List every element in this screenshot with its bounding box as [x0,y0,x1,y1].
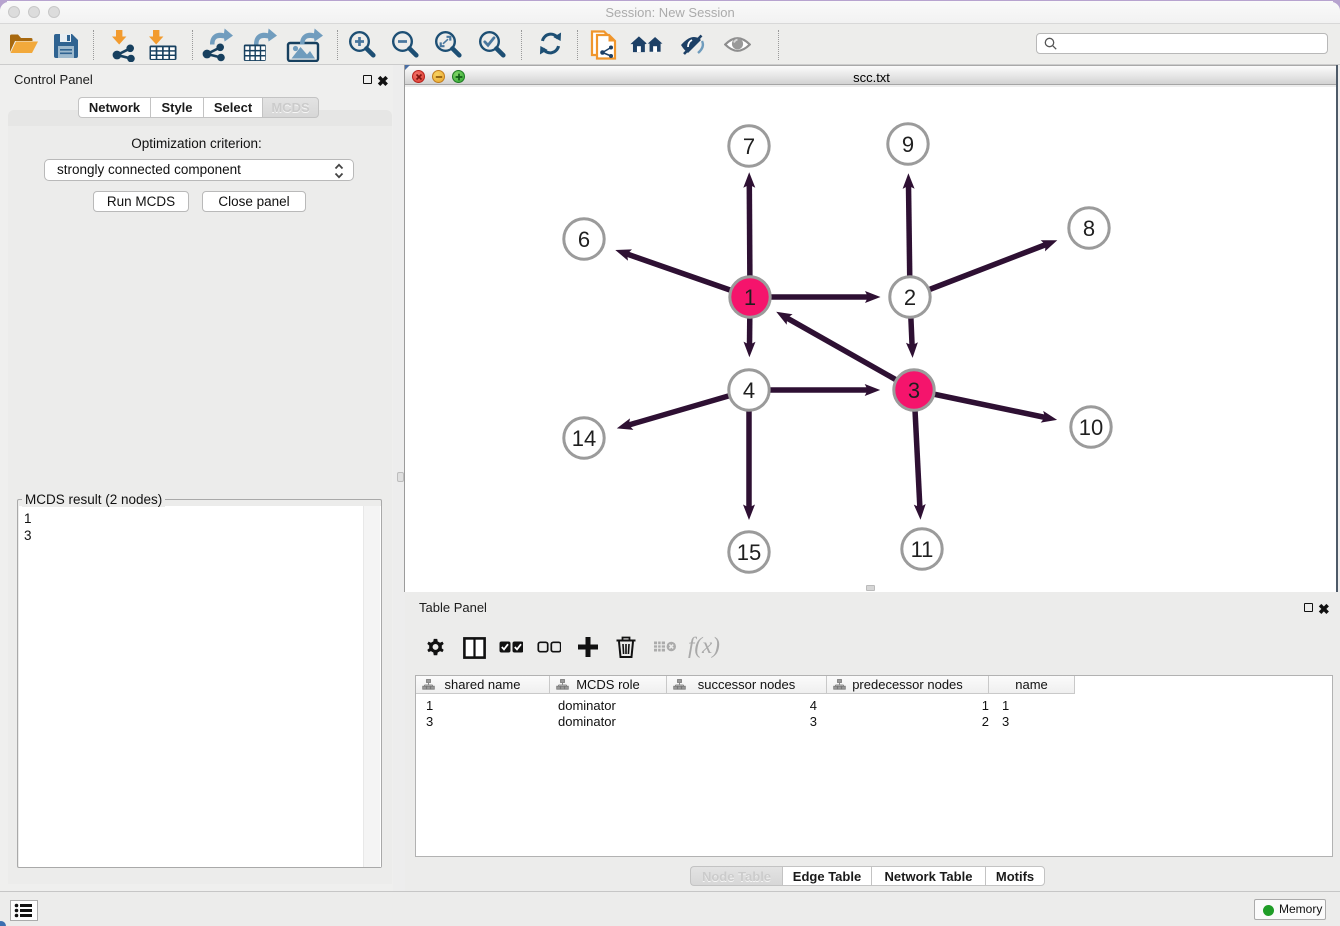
svg-text:9: 9 [902,132,914,157]
svg-text:3: 3 [908,378,920,403]
svg-text:6: 6 [578,227,590,252]
svg-text:10: 10 [1079,415,1103,440]
svg-text:7: 7 [743,134,755,159]
svg-text:4: 4 [743,378,755,403]
svg-text:1: 1 [744,285,756,310]
svg-text:8: 8 [1083,216,1095,241]
svg-text:14: 14 [572,426,596,451]
svg-text:2: 2 [904,285,916,310]
svg-text:11: 11 [911,537,934,562]
svg-text:15: 15 [737,540,761,565]
